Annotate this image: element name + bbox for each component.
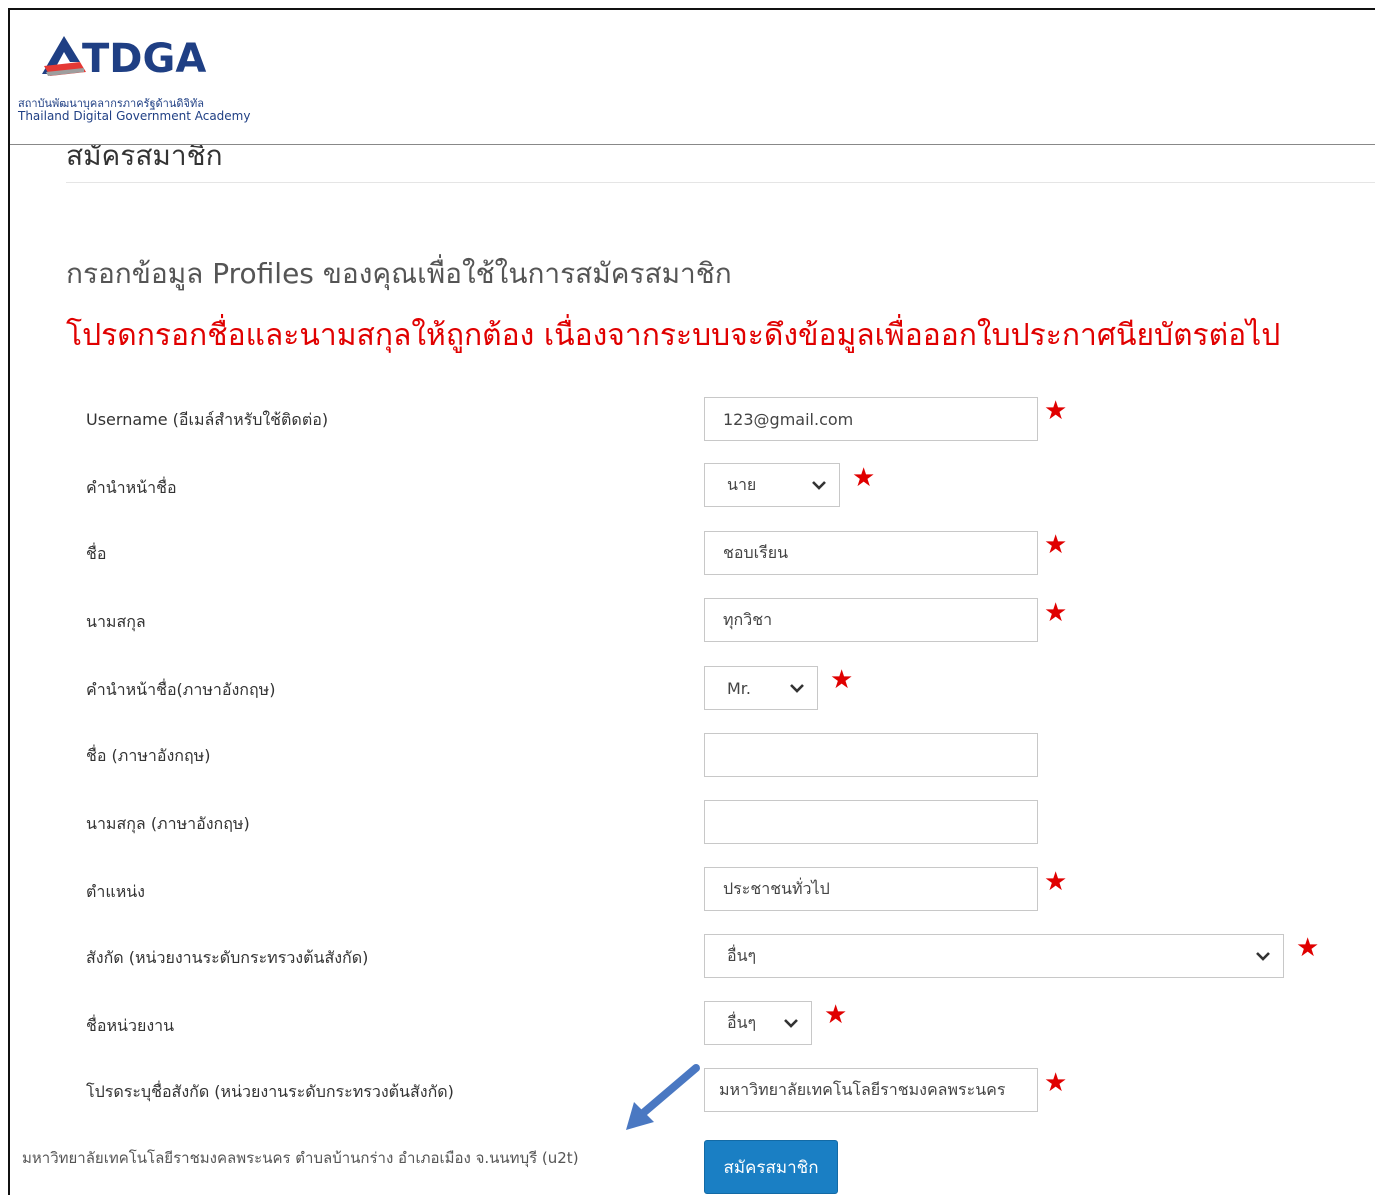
position-label: ตำแหน่ง [86, 882, 145, 901]
required-star-icon: ★ [1044, 598, 1068, 628]
chevron-down-icon [1256, 952, 1270, 961]
first-name-en-input[interactable] [704, 733, 1038, 777]
first-name-en-label: ชื่อ (ภาษาอังกฤษ) [86, 746, 211, 765]
affiliation-value: อื่นๆ [727, 945, 757, 965]
affiliation-label: สังกัด (หน่วยงานระดับกระทรวงต้นสังกัด) [86, 948, 369, 967]
tdga-logo[interactable]: TDGA สถาบันพัฒนาบุคลากรภาครัฐด้านดิจิทัล… [18, 22, 278, 132]
title-en-label: คำนำหน้าชื่อ(ภาษาอังกฤษ) [86, 680, 276, 699]
chevron-down-icon [790, 684, 804, 693]
username-label: Username (อีเมล์สำหรับใช้ติดต่อ) [86, 410, 329, 429]
required-star-icon: ★ [824, 1000, 848, 1030]
logo-mark-icon [42, 36, 86, 76]
logo-text: TDGA [82, 36, 207, 82]
agency-value: อื่นๆ [727, 1012, 757, 1032]
required-star-icon: ★ [1044, 530, 1068, 560]
site-header: TDGA สถาบันพัฒนาบุคลากรภาครัฐด้านดิจิทัล… [10, 10, 1375, 145]
annotation-note: มหาวิทยาลัยเทคโนโลยีราชมงคลพระนคร ตำบลบ้… [22, 1149, 579, 1167]
title-en-select[interactable]: Mr. [704, 666, 818, 710]
last-name-input[interactable]: ทุกวิชา [704, 598, 1038, 642]
last-name-label: นามสกุล [86, 612, 146, 631]
agency-label: ชื่อหน่วยงาน [86, 1016, 175, 1035]
last-name-en-label: นามสกุล (ภาษาอังกฤษ) [86, 814, 250, 833]
divider [66, 182, 1375, 183]
title-th-label: คำนำหน้าชื่อ [86, 478, 177, 497]
name-warning: โปรดกรอกชื่อและนามสกุลให้ถูกต้อง เนื่องจ… [66, 318, 1281, 353]
page-frame: TDGA สถาบันพัฒนาบุคลากรภาครัฐด้านดิจิทัล… [8, 8, 1375, 1195]
required-star-icon: ★ [1044, 396, 1068, 426]
first-name-input[interactable]: ชอบเรียน [704, 531, 1038, 575]
title-th-select[interactable]: นาย [704, 463, 840, 507]
position-input[interactable]: ประชาชนทั่วไป [704, 867, 1038, 911]
register-button[interactable]: สมัครสมาชิก [704, 1140, 838, 1194]
required-star-icon: ★ [1044, 867, 1068, 897]
chevron-down-icon [812, 481, 826, 490]
last-name-en-input[interactable] [704, 800, 1038, 844]
required-star-icon: ★ [1044, 1068, 1068, 1098]
affiliation-specify-input[interactable]: มหาวิทยาลัยเทคโนโลยีราชมงคลพระนคร [704, 1068, 1038, 1112]
required-star-icon: ★ [1296, 933, 1320, 963]
affiliation-specify-label: โปรดระบุชื่อสังกัด (หน่วยงานระดับกระทรวง… [86, 1082, 454, 1101]
chevron-down-icon [784, 1019, 798, 1028]
affiliation-select[interactable]: อื่นๆ [704, 934, 1284, 978]
required-star-icon: ★ [830, 665, 854, 695]
title-th-value: นาย [727, 474, 757, 494]
logo-english-name: Thailand Digital Government Academy [18, 109, 251, 123]
first-name-label: ชื่อ [86, 544, 107, 563]
agency-select[interactable]: อื่นๆ [704, 1001, 812, 1045]
username-input[interactable]: 123@gmail.com [704, 397, 1038, 441]
required-star-icon: ★ [852, 463, 876, 493]
title-en-value: Mr. [727, 678, 751, 698]
annotation-arrow-icon [626, 1064, 700, 1130]
form-subtitle: กรอกข้อมูล Profiles ของคุณเพื่อใช้ในการส… [66, 257, 732, 290]
